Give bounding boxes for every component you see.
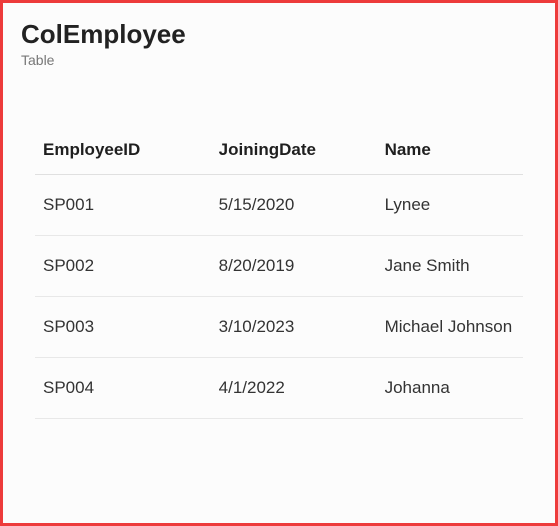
- cell-name: Jane Smith: [377, 236, 523, 297]
- col-header-joiningdate: JoiningDate: [211, 130, 377, 175]
- cell-joiningdate: 4/1/2022: [211, 358, 377, 419]
- cell-employeeid: SP004: [35, 358, 211, 419]
- table-row: SP002 8/20/2019 Jane Smith: [35, 236, 523, 297]
- table-wrapper: EmployeeID JoiningDate Name SP001 5/15/2…: [21, 130, 537, 419]
- table-row: SP004 4/1/2022 Johanna: [35, 358, 523, 419]
- col-header-employeeid: EmployeeID: [35, 130, 211, 175]
- collection-type-label: Table: [21, 52, 537, 68]
- table-row: SP003 3/10/2023 Michael Johnson: [35, 297, 523, 358]
- data-table: EmployeeID JoiningDate Name SP001 5/15/2…: [35, 130, 523, 419]
- cell-employeeid: SP001: [35, 175, 211, 236]
- table-row: SP001 5/15/2020 Lynee: [35, 175, 523, 236]
- cell-joiningdate: 8/20/2019: [211, 236, 377, 297]
- cell-name: Johanna: [377, 358, 523, 419]
- col-header-name: Name: [377, 130, 523, 175]
- collection-title: ColEmployee: [21, 19, 537, 50]
- cell-employeeid: SP002: [35, 236, 211, 297]
- table-header-row: EmployeeID JoiningDate Name: [35, 130, 523, 175]
- collection-panel: ColEmployee Table EmployeeID JoiningDate…: [0, 0, 558, 526]
- cell-employeeid: SP003: [35, 297, 211, 358]
- cell-name: Michael Johnson: [377, 297, 523, 358]
- cell-name: Lynee: [377, 175, 523, 236]
- cell-joiningdate: 5/15/2020: [211, 175, 377, 236]
- cell-joiningdate: 3/10/2023: [211, 297, 377, 358]
